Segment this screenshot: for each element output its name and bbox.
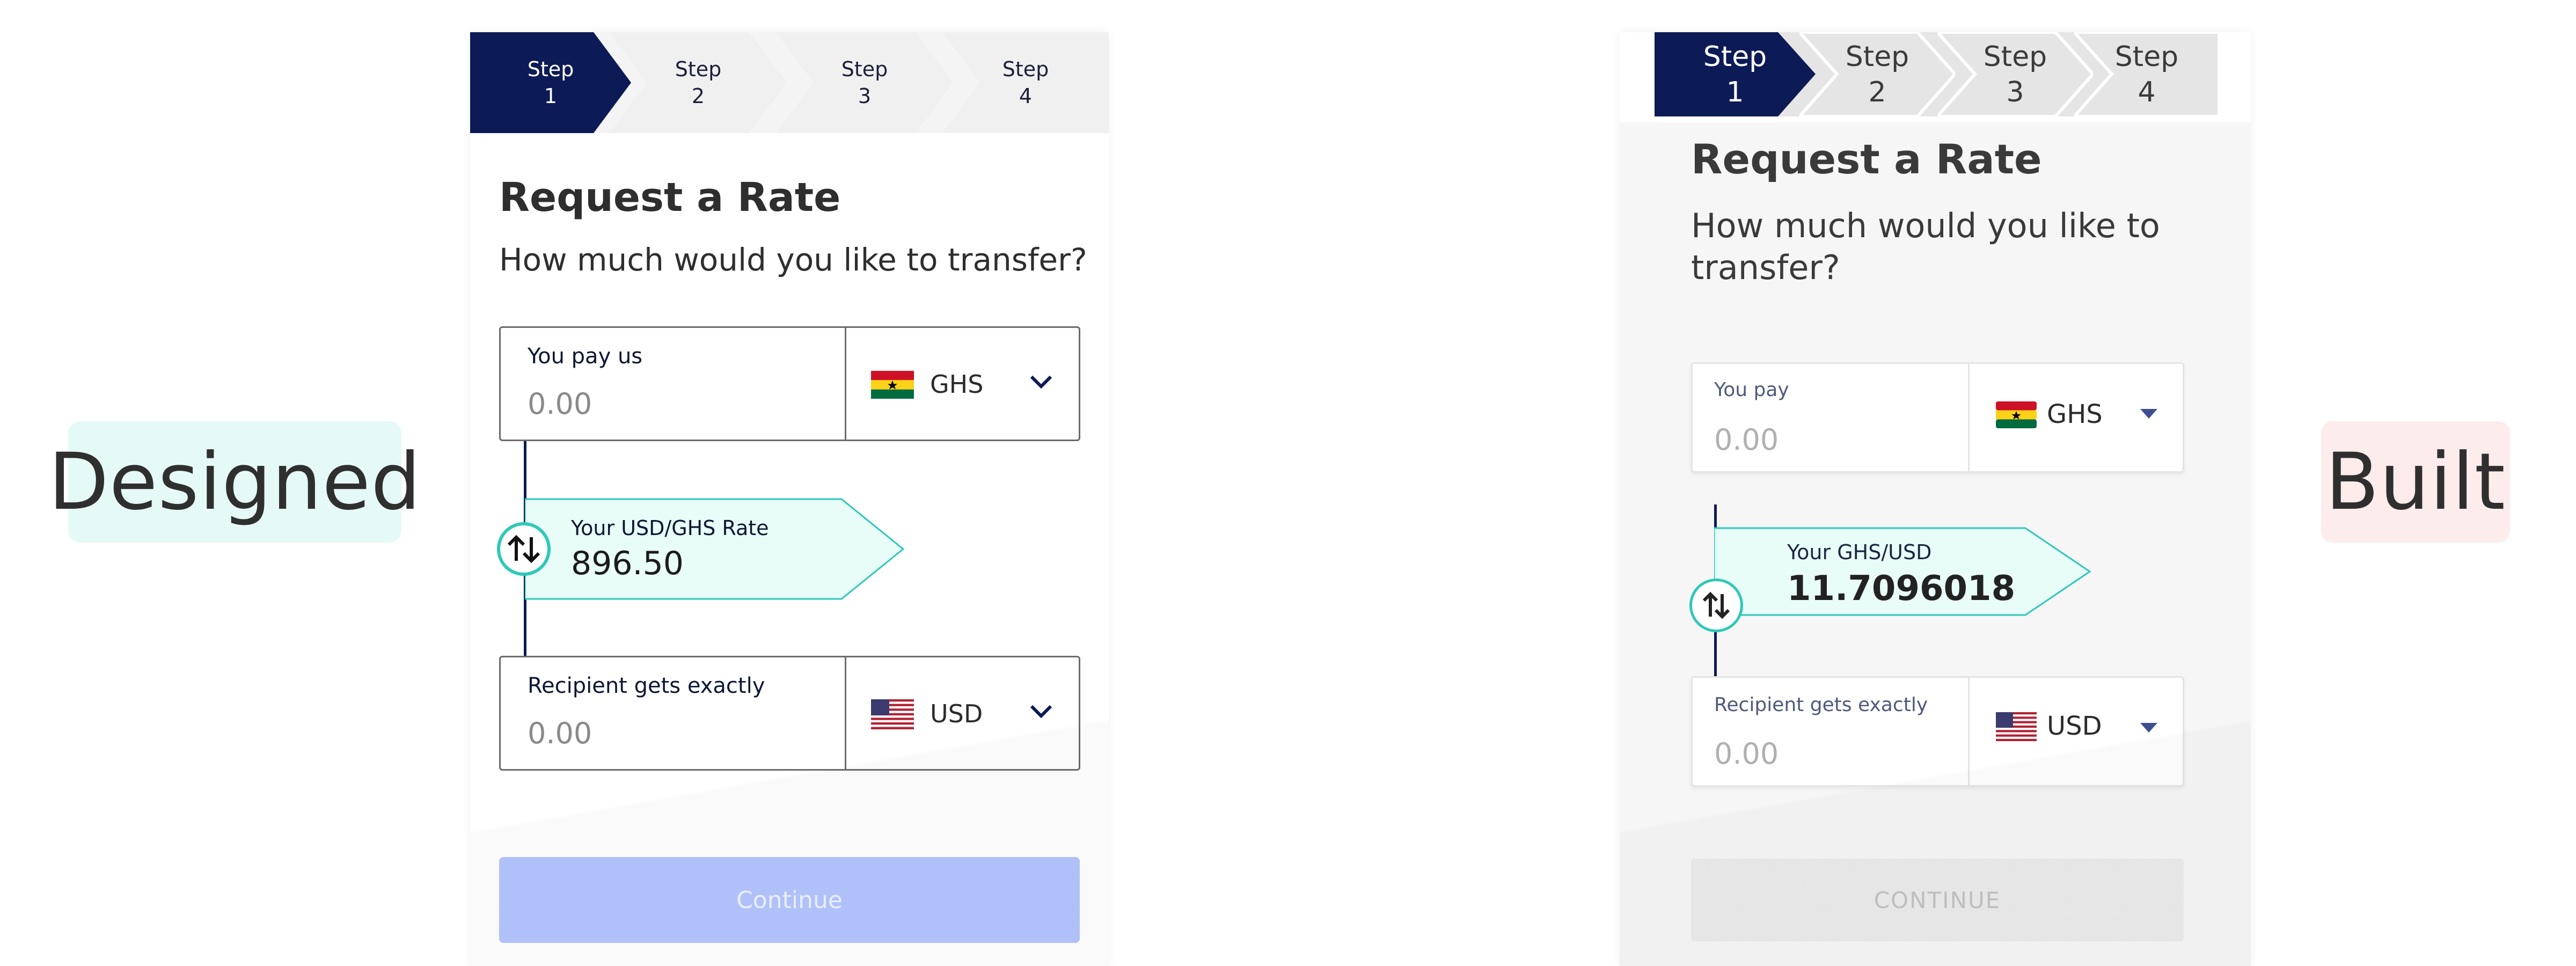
step-2[interactable]: Step 2 [610, 32, 787, 133]
built-pay-currency-select[interactable]: GHS [2047, 399, 2103, 429]
built-continue-button[interactable]: CONTINUE [1691, 859, 2184, 941]
built-step-2[interactable]: Step 2 [1799, 32, 1955, 116]
built-step-4-number: 4 [2138, 76, 2156, 108]
receive-divider [845, 657, 846, 769]
ghana-flag-icon [871, 371, 914, 399]
pay-divider [845, 328, 846, 440]
built-panel: Step 1 Step 2 Step 3 Step 4 Request a Ra… [1620, 32, 2251, 966]
step-4-label: Step [1002, 57, 1049, 81]
pay-field: You pay us 0.00 GHS [499, 326, 1080, 441]
us-flag-icon [871, 699, 914, 729]
built-ghana-flag-icon [1996, 401, 2037, 428]
built-step-2-label: Step [1845, 40, 1909, 73]
built-receive-divider [1968, 678, 1970, 785]
swap-icon[interactable] [497, 522, 551, 576]
step-1-label: Step [527, 57, 574, 81]
built-receive-amount-input[interactable]: 0.00 [1714, 737, 1779, 771]
chevron-down-icon[interactable] [1029, 703, 1053, 721]
continue-button[interactable]: Continue [499, 857, 1080, 943]
built-stepper: Step 1 Step 2 Step 3 Step 4 [1655, 32, 2219, 116]
built-subtitle-line-1: How much would you like to [1691, 206, 2160, 245]
built-page-title: Request a Rate [1691, 135, 2042, 183]
built-step-4[interactable]: Step 4 [2074, 32, 2219, 116]
rate-value: 896.50 [571, 545, 684, 582]
built-page-subtitle: How much would you like to transfer? [1691, 205, 2160, 289]
stepper: Step 1 Step 2 Step 3 Step 4 [470, 32, 1109, 133]
built-label: Built [2321, 421, 2510, 543]
step-3-number: 3 [858, 84, 872, 108]
built-step-3[interactable]: Step 3 [1937, 32, 2093, 116]
caret-down-icon[interactable] [2140, 409, 2157, 422]
step-4-number: 4 [1019, 84, 1033, 108]
built-pay-field: You pay 0.00 GHS [1691, 362, 2184, 473]
built-step-1[interactable]: Step 1 [1655, 32, 1816, 116]
built-pay-label: You pay [1714, 379, 1789, 401]
built-subtitle-line-2: transfer? [1691, 248, 1840, 287]
receive-label: Recipient gets exactly [528, 674, 765, 698]
page-subtitle: How much would you like to transfer? [499, 241, 1087, 278]
pay-amount-input[interactable]: 0.00 [528, 387, 592, 421]
pay-currency-select[interactable]: GHS [930, 370, 983, 399]
receive-amount-input[interactable]: 0.00 [528, 716, 592, 750]
page-title: Request a Rate [499, 174, 841, 221]
step-2-number: 2 [691, 84, 705, 108]
designed-label: Designed [48, 421, 421, 543]
built-rate-value: 11.7096018 [1787, 569, 2016, 609]
step-1-number: 1 [544, 84, 558, 108]
built-swap-icon[interactable] [1689, 579, 1743, 632]
built-pay-amount-input[interactable]: 0.00 [1714, 423, 1779, 457]
step-4[interactable]: Step 4 [942, 32, 1109, 133]
built-receive-label: Recipient gets exactly [1714, 694, 1928, 716]
built-step-4-label: Step [2114, 40, 2179, 73]
designed-panel: Step 1 Step 2 Step 3 Step 4 Request a Ra… [470, 32, 1109, 966]
built-pay-divider [1968, 364, 1970, 471]
built-us-flag-icon [1996, 712, 2037, 741]
built-step-3-number: 3 [2006, 76, 2024, 108]
pay-label: You pay us [528, 344, 643, 369]
chevron-down-icon[interactable] [1029, 374, 1053, 392]
built-receive-field: Recipient gets exactly 0.00 USD [1691, 676, 2184, 787]
built-step-1-label: Step [1703, 40, 1767, 73]
caret-down-icon[interactable] [2140, 723, 2157, 736]
built-rate-label: Your GHS/USD [1787, 540, 1932, 564]
step-3[interactable]: Step 3 [776, 32, 953, 133]
step-2-label: Step [675, 57, 722, 81]
built-label-text: Built [2325, 436, 2506, 528]
receive-currency-select[interactable]: USD [930, 699, 983, 728]
step-3-label: Step [841, 57, 888, 81]
step-1[interactable]: Step 1 [470, 32, 631, 133]
designed-label-text: Designed [48, 436, 421, 528]
receive-field: Recipient gets exactly 0.00 USD [499, 656, 1080, 771]
built-step-3-label: Step [1983, 40, 2047, 73]
built-step-2-number: 2 [1868, 76, 1886, 108]
built-step-1-number: 1 [1726, 76, 1744, 108]
rate-label: Your USD/GHS Rate [571, 516, 769, 540]
built-receive-currency-select[interactable]: USD [2047, 711, 2102, 741]
